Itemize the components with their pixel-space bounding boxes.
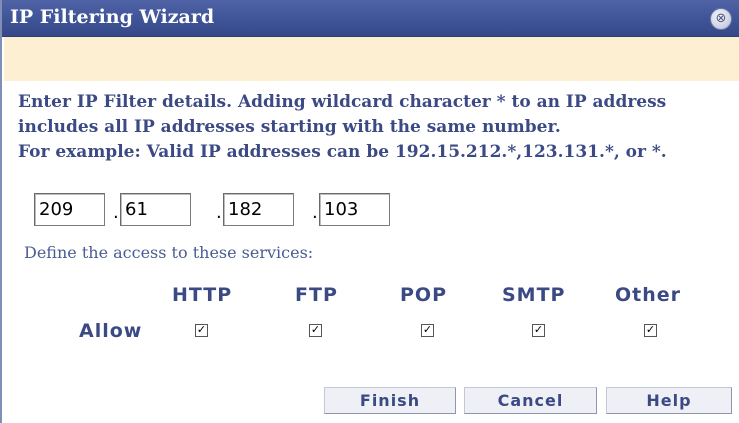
title-bar: IP Filtering Wizard ⊗ bbox=[2, 0, 739, 37]
service-header-ftp: FTP bbox=[295, 284, 338, 306]
finish-button[interactable]: Finish bbox=[324, 387, 456, 414]
checkmark-icon: ✓ bbox=[422, 323, 433, 336]
message-banner bbox=[4, 37, 739, 81]
instructions-text: Enter IP Filter details. Adding wildcard… bbox=[18, 90, 738, 165]
allow-ftp-checkbox[interactable]: ✓ bbox=[309, 324, 322, 337]
help-button[interactable]: Help bbox=[606, 387, 732, 414]
ip-octet-4-input[interactable] bbox=[319, 193, 390, 226]
allow-row-label: Allow bbox=[79, 320, 143, 342]
window-title: IP Filtering Wizard bbox=[10, 6, 215, 28]
ip-filtering-wizard-window: IP Filtering Wizard ⊗ Enter IP Filter de… bbox=[0, 0, 739, 423]
service-header-pop: POP bbox=[400, 284, 448, 306]
allow-other-checkbox[interactable]: ✓ bbox=[644, 324, 657, 337]
checkmark-icon: ✓ bbox=[533, 323, 544, 336]
ip-address-input-group: . . . bbox=[34, 193, 434, 227]
checkmark-icon: ✓ bbox=[645, 323, 656, 336]
service-header-http: HTTP bbox=[172, 284, 233, 306]
ip-octet-1-input[interactable] bbox=[34, 193, 105, 226]
ip-separator-1: . bbox=[113, 202, 119, 223]
ip-separator-2: . bbox=[216, 202, 222, 223]
close-icon: ⊗ bbox=[715, 11, 727, 26]
service-header-smtp: SMTP bbox=[502, 284, 566, 306]
cancel-button[interactable]: Cancel bbox=[464, 387, 597, 414]
checkmark-icon: ✓ bbox=[196, 323, 207, 336]
close-button[interactable]: ⊗ bbox=[710, 8, 732, 30]
allow-smtp-checkbox[interactable]: ✓ bbox=[532, 324, 545, 337]
allow-pop-checkbox[interactable]: ✓ bbox=[421, 324, 434, 337]
allow-http-checkbox[interactable]: ✓ bbox=[195, 324, 208, 337]
ip-octet-3-input[interactable] bbox=[223, 193, 294, 226]
ip-separator-3: . bbox=[312, 202, 318, 223]
instructions-line-2: includes all IP addresses starting with … bbox=[18, 117, 561, 137]
instructions-line-3: For example: Valid IP addresses can be 1… bbox=[18, 142, 667, 162]
service-header-other: Other bbox=[615, 284, 682, 306]
instructions-line-1: Enter IP Filter details. Adding wildcard… bbox=[18, 92, 667, 112]
ip-octet-2-input[interactable] bbox=[120, 193, 191, 226]
checkmark-icon: ✓ bbox=[310, 323, 321, 336]
define-access-label: Define the access to these services: bbox=[24, 243, 314, 262]
